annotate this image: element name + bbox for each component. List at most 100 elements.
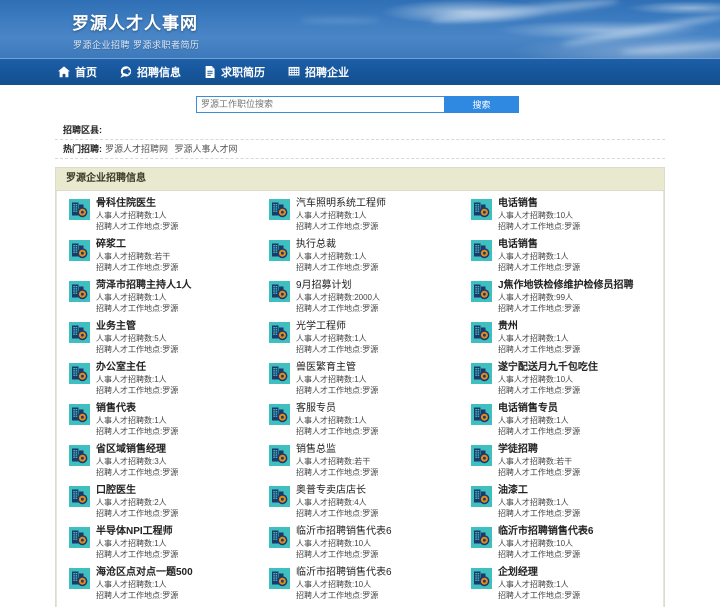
job-list-item[interactable]: 菏泽市招聘主持人1人 人事人才招聘数:1人 招聘人才工作地点:罗源 — [69, 279, 259, 314]
job-location: 招聘人才工作地点:罗源 — [96, 427, 179, 436]
nav-item-resume[interactable]: 求职简历 — [203, 64, 265, 80]
job-location: 招聘人才工作地点:罗源 — [295, 591, 379, 600]
job-list-item[interactable]: 省区域销售经理 人事人才招聘数:3人招聘人才工作地点:罗源 — [69, 443, 259, 478]
job-list-item[interactable]: 客服专员 人事人才招聘数:1人 招聘人才工作地点:罗源 — [268, 402, 461, 437]
job-list-item[interactable]: 临沂市招聘销售代表6 人事人才招聘数:10人 招聘人才工作地点:罗源 — [268, 525, 461, 560]
job-title[interactable]: 临沂市招聘销售代表6 — [296, 525, 392, 538]
job-title[interactable]: 电话销售 — [498, 238, 580, 251]
job-list-item[interactable]: 电话销售 人事人才招聘数:10人 招聘人才工作地点:罗源 — [470, 197, 663, 232]
job-details: 临沂市招聘销售代表6 人事人才招聘数:10人 招聘人才工作地点:罗源 — [498, 525, 594, 560]
job-list-item[interactable]: 临沂市招聘销售代表6 人事人才招聘数:10人 招聘人才工作地点:罗源 — [268, 566, 461, 601]
job-list-item[interactable]: 临沂市招聘销售代表6 人事人才招聘数:10人 招聘人才工作地点:罗源 — [470, 525, 663, 560]
job-list-item[interactable]: 学徒招聘 人事人才招聘数:若干 招聘人才工作地点:罗源 — [470, 443, 663, 478]
job-title[interactable]: 碎浆工 — [96, 238, 178, 251]
job-title[interactable]: 骨科住院医生 — [96, 197, 178, 210]
nav-item-home[interactable]: 首页 — [57, 64, 97, 80]
job-title[interactable]: 海沧区点对点一题500 — [96, 566, 193, 579]
job-list-item[interactable]: 办公室主任 人事人才招聘数:1人 招聘人才工作地点:罗源 — [69, 361, 259, 396]
job-title[interactable]: 奥普专卖店店长 — [296, 484, 378, 497]
job-title[interactable]: 省区域销售经理 — [96, 443, 178, 456]
job-title[interactable]: 菏泽市招聘主持人1人 — [96, 279, 192, 292]
job-title[interactable]: 汽车照明系统工程师 — [296, 197, 386, 210]
job-title[interactable]: J焦作地铁检修维护检修员招聘 — [498, 279, 634, 292]
filter-row-region: 招聘区县: — [55, 121, 665, 140]
filter-values: 罗源人才招聘网 罗源人事人才网 — [105, 143, 242, 155]
job-details: 电话销售专员 人事人才招聘数:1人 招聘人才工作地点:罗源 — [498, 402, 580, 437]
job-headcount: 人事人才招聘数:10人 — [497, 375, 574, 384]
job-list-item[interactable]: 贵州 人事人才招聘数:1人 招聘人才工作地点:罗源 — [470, 320, 663, 355]
job-title[interactable]: 电话销售 — [498, 197, 580, 210]
search-bar: 搜索 — [0, 85, 720, 117]
job-headcount: 人事人才招聘数:3人 — [96, 457, 167, 466]
company-building-icon — [69, 525, 90, 548]
job-title[interactable]: 光学工程师 — [296, 320, 378, 333]
job-list-item[interactable]: 光学工程师 人事人才招聘数:1人 招聘人才工作地点:罗源 — [268, 320, 461, 355]
job-list-item[interactable]: 口腔医生 人事人才招聘数:2人 招聘人才工作地点:罗源 — [69, 484, 259, 519]
hot-link[interactable]: 罗源人事人才网 — [175, 144, 238, 154]
job-location: 招聘人才工作地点:罗源 — [295, 550, 379, 559]
job-title[interactable]: 口腔医生 — [96, 484, 178, 497]
job-title[interactable]: 客服专员 — [296, 402, 378, 415]
nav-item-companies[interactable]: 招聘企业 — [287, 64, 349, 80]
job-list-item[interactable]: 半导体NPI工程师 人事人才招聘数:1人 招聘人才工作地点:罗源 — [69, 525, 259, 560]
job-details: 油漆工 人事人才招聘数:1人 招聘人才工作地点:罗源 — [498, 484, 580, 519]
job-list-item[interactable]: 执行总裁 人事人才招聘数:1人 招聘人才工作地点:罗源 — [268, 238, 461, 273]
job-title[interactable]: 9月招募计划 — [296, 279, 380, 292]
job-title[interactable]: 执行总裁 — [296, 238, 378, 251]
job-title[interactable]: 兽医繁育主管 — [296, 361, 378, 374]
job-list-item[interactable]: 遂宁配送月九千包吃住 人事人才招聘数:10人 招聘人才工作地点:罗源 — [470, 361, 663, 396]
job-details: 奥普专卖店店长 人事人才招聘数:4人 招聘人才工作地点:罗源 — [296, 484, 378, 519]
job-title[interactable]: 遂宁配送月九千包吃住 — [498, 361, 598, 374]
job-list-item[interactable]: 电话销售专员 人事人才招聘数:1人 招聘人才工作地点:罗源 — [470, 402, 663, 437]
job-title[interactable]: 销售代表 — [96, 402, 178, 415]
job-location: 招聘人才工作地点:罗源 — [497, 550, 581, 559]
job-location: 招聘人才工作地点:罗源 — [96, 550, 179, 559]
company-building-icon — [69, 566, 90, 589]
job-location: 招聘人才工作地点:罗源 — [497, 345, 581, 354]
job-headcount: 人事人才招聘数:若干 — [96, 252, 171, 261]
job-list-item[interactable]: 销售总监 人事人才招聘数:若干 招聘人才工作地点:罗源 — [268, 443, 461, 478]
company-building-icon — [268, 361, 290, 384]
company-building-icon — [470, 402, 492, 425]
job-list-item[interactable]: 电话销售 人事人才招聘数:1人 招聘人才工作地点:罗源 — [470, 238, 663, 273]
job-list-item[interactable]: 销售代表 人事人才招聘数:1人 招聘人才工作地点:罗源 — [69, 402, 259, 437]
job-title[interactable]: 临沂市招聘销售代表6 — [296, 566, 392, 579]
job-list-item[interactable]: 9月招募计划 人事人才招聘数:2000人 招聘人才工作地点:罗源 — [268, 279, 461, 314]
job-location: 招聘人才工作地点:罗源 — [96, 468, 179, 477]
job-details: 学徒招聘 人事人才招聘数:若干 招聘人才工作地点:罗源 — [498, 443, 580, 478]
job-location: 招聘人才工作地点:罗源 — [497, 222, 581, 231]
job-title[interactable]: 业务主管 — [96, 320, 178, 333]
job-location: 招聘人才工作地点:罗源 — [295, 304, 379, 313]
hot-link[interactable]: 罗源人才招聘网 — [105, 144, 168, 154]
job-title[interactable]: 企划经理 — [498, 566, 580, 579]
job-title[interactable]: 办公室主任 — [96, 361, 178, 374]
job-title[interactable]: 电话销售专员 — [498, 402, 580, 415]
job-details: 9月招募计划 人事人才招聘数:2000人 招聘人才工作地点:罗源 — [296, 279, 380, 314]
search-input[interactable] — [196, 95, 444, 113]
job-list-item[interactable]: J焦作地铁检修维护检修员招聘 人事人才招聘数:99人 招聘人才工作地点:罗源 — [470, 279, 663, 314]
job-list-item[interactable]: 业务主管 人事人才招聘数:5人 招聘人才工作地点:罗源 — [69, 320, 259, 355]
job-title[interactable]: 油漆工 — [498, 484, 580, 497]
nav-item-recruit-info[interactable]: 招聘信息 — [119, 64, 181, 80]
job-list-item[interactable]: 骨科住院医生 人事人才招聘数:1人 招聘人才工作地点:罗源 — [69, 197, 259, 232]
job-title[interactable]: 贵州 — [498, 320, 580, 333]
job-location: 招聘人才工作地点:罗源 — [96, 304, 179, 313]
job-title[interactable]: 销售总监 — [296, 443, 378, 456]
cloud-streak — [619, 39, 720, 56]
job-list-item[interactable]: 奥普专卖店店长 人事人才招聘数:4人 招聘人才工作地点:罗源 — [268, 484, 461, 519]
filter-area: 招聘区县: 热门招聘: 罗源人才招聘网 罗源人事人才网 — [55, 121, 665, 159]
job-list-item[interactable]: 企划经理 人事人才招聘数:1人 招聘人才工作地点:罗源 — [470, 566, 663, 601]
search-button[interactable]: 搜索 — [444, 95, 519, 113]
job-details: 遂宁配送月九千包吃住 人事人才招聘数:10人 招聘人才工作地点:罗源 — [498, 361, 598, 396]
job-title[interactable]: 临沂市招聘销售代表6 — [498, 525, 594, 538]
job-list-item[interactable]: 海沧区点对点一题500 人事人才招聘数:1人 招聘人才工作地点:罗源 — [69, 566, 259, 601]
job-list-item[interactable]: 汽车照明系统工程师 人事人才招聘数:1人 招聘人才工作地点:罗源 — [268, 197, 461, 232]
job-details: 半导体NPI工程师 人事人才招聘数:1人 招聘人才工作地点:罗源 — [96, 525, 178, 560]
job-title[interactable]: 半导体NPI工程师 — [96, 525, 178, 538]
job-details: 企划经理 人事人才招聘数:1人 招聘人才工作地点:罗源 — [498, 566, 580, 601]
job-list-item[interactable]: 油漆工 人事人才招聘数:1人 招聘人才工作地点:罗源 — [470, 484, 663, 519]
job-list-item[interactable]: 兽医繁育主管 人事人才招聘数:1人 招聘人才工作地点:罗源 — [268, 361, 461, 396]
job-list-item[interactable]: 碎浆工 人事人才招聘数:若干 招聘人才工作地点:罗源 — [69, 238, 259, 273]
jobs-column-2: 汽车照明系统工程师 人事人才招聘数:1人 招聘人才工作地点:罗源 执行总裁 人事人才招聘… — [259, 197, 461, 607]
job-title[interactable]: 学徒招聘 — [498, 443, 580, 456]
